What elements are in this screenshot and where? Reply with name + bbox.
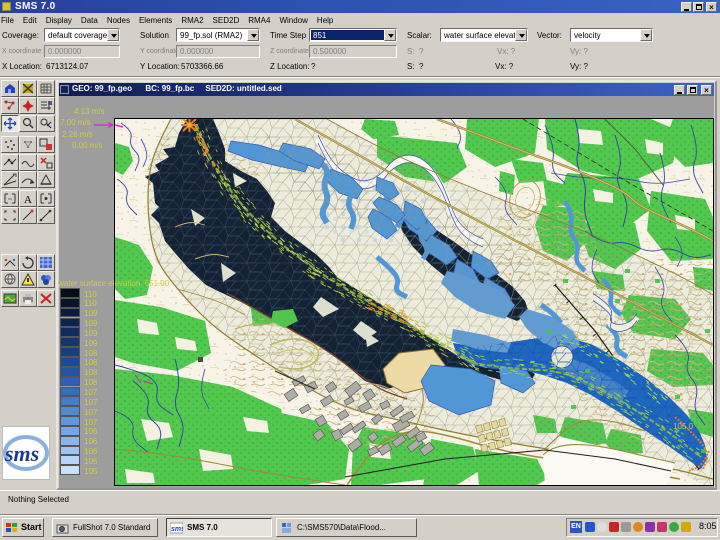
svg-text:sms: sms <box>171 526 183 533</box>
svg-text:sms: sms <box>4 441 39 466</box>
svg-text:A: A <box>24 194 32 205</box>
svg-text:105.0: 105.0 <box>673 422 694 431</box>
